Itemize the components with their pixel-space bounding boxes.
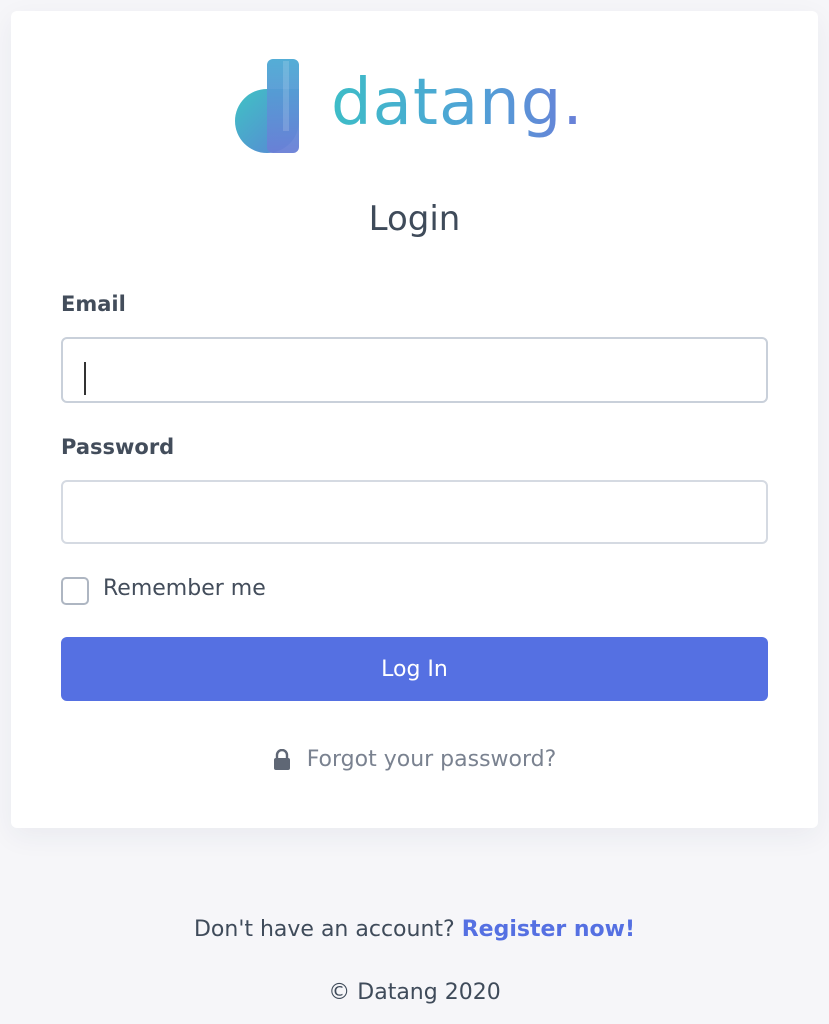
login-button-label: Log In (381, 656, 448, 682)
register-prompt: Don't have an account? Register now! (0, 917, 829, 942)
brand-logo: datang. (233, 53, 613, 161)
d-logo-mark-icon (235, 59, 299, 153)
password-label: Password (61, 435, 175, 459)
forgot-password-label: Forgot your password? (306, 747, 557, 772)
forgot-password-link[interactable]: Forgot your password? (11, 747, 818, 772)
lock-icon (273, 748, 290, 770)
page-title: Login (368, 199, 461, 239)
email-label: Email (61, 292, 126, 316)
brand-wordmark: datang. (331, 71, 584, 143)
remember-me-label[interactable]: Remember me (103, 576, 266, 601)
email-field[interactable] (61, 337, 768, 403)
login-card: datang. Login Email Password Remember me… (11, 11, 818, 828)
register-link[interactable]: Register now! (462, 917, 635, 942)
remember-me-checkbox[interactable] (61, 577, 89, 605)
login-button[interactable]: Log In (61, 637, 768, 701)
password-field[interactable] (61, 480, 768, 544)
text-caret (84, 362, 86, 395)
register-prompt-text: Don't have an account? (193, 917, 455, 942)
copyright-text: © Datang 2020 (328, 980, 501, 1005)
